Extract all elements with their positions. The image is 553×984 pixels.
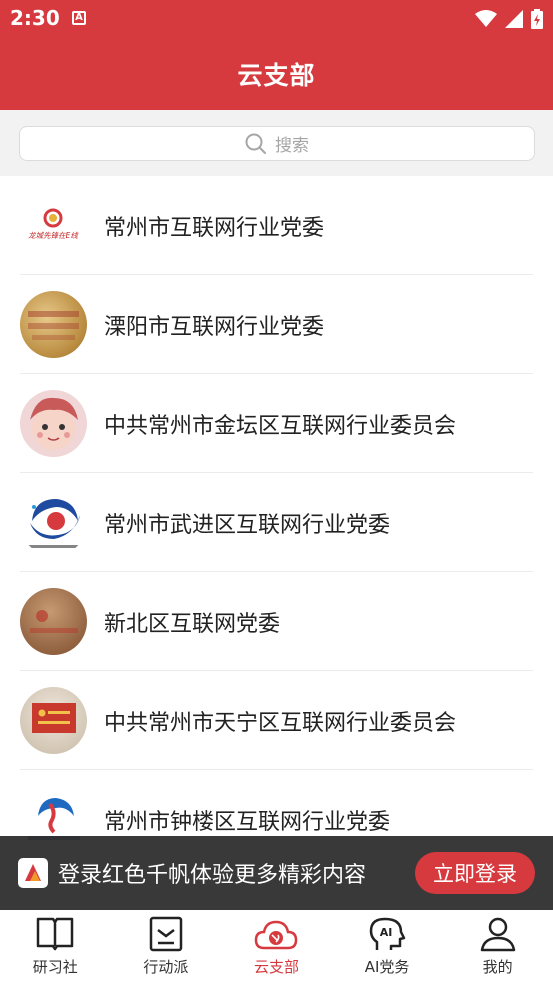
status-bar: 2:30 A bbox=[0, 0, 553, 38]
page-title: 云支部 bbox=[237, 61, 316, 90]
nav-item-study[interactable]: 研习社 bbox=[0, 910, 111, 984]
nav-item-cloud-branch[interactable]: 云支部 bbox=[221, 910, 332, 984]
book-icon bbox=[37, 917, 74, 951]
login-button[interactable]: 立即登录 bbox=[415, 852, 535, 894]
plaque-photo bbox=[32, 703, 76, 733]
logo-text: 龙城先锋在E线 bbox=[28, 231, 79, 240]
bottom-nav: 研习社 行动派 云支部 AI AI党务 我的 bbox=[0, 910, 553, 984]
nav-label: 云支部 bbox=[253, 958, 299, 976]
avatar bbox=[20, 489, 87, 556]
item-label: 溧阳市互联网行业党委 bbox=[104, 314, 325, 340]
list-item[interactable]: 溧阳市互联网行业党委 bbox=[0, 275, 553, 374]
search-placeholder: 搜索 bbox=[275, 136, 309, 156]
login-banner: 登录红色千帆体验更多精彩内容 立即登录 bbox=[0, 836, 553, 910]
battery-icon bbox=[531, 9, 543, 29]
nav-item-mine[interactable]: 我的 bbox=[442, 910, 553, 984]
cloud-party-icon bbox=[255, 920, 298, 950]
nav-item-ai-affairs[interactable]: AI AI党务 bbox=[332, 910, 443, 984]
notification-icon: A bbox=[72, 11, 86, 25]
user-icon bbox=[480, 917, 515, 952]
signal-icon bbox=[505, 10, 523, 28]
ai-head-icon: AI bbox=[369, 917, 406, 950]
nav-item-action[interactable]: 行动派 bbox=[111, 910, 222, 984]
top-bar: 2:30 A 云支部 bbox=[0, 0, 553, 110]
list-item[interactable]: 中共常州市天宁区互联网行业委员会 bbox=[0, 671, 553, 770]
item-label: 常州市钟楼区互联网行业党委 bbox=[104, 809, 391, 835]
system-icons bbox=[475, 9, 543, 29]
item-label: 中共常州市金坛区互联网行业委员会 bbox=[104, 413, 457, 439]
plaque-photo bbox=[28, 311, 79, 340]
app-screen: 2:30 A 云支部 搜索 龙城先锋在E线 常州市互联网行业党委 溧阳市互联网行… bbox=[0, 0, 553, 984]
nav-label: AI党务 bbox=[364, 958, 410, 976]
nav-label: 行动派 bbox=[143, 958, 189, 976]
avatar bbox=[20, 291, 87, 358]
search-input[interactable]: 搜索 bbox=[19, 126, 535, 161]
login-banner-text: 登录红色千帆体验更多精彩内容 bbox=[58, 863, 367, 888]
avatar bbox=[20, 588, 87, 655]
item-label: 新北区互联网党委 bbox=[104, 611, 281, 637]
search-icon bbox=[245, 133, 266, 154]
search-area: 搜索 bbox=[0, 110, 553, 176]
wujin-logo bbox=[26, 499, 81, 548]
item-label: 中共常州市天宁区互联网行业委员会 bbox=[104, 710, 457, 736]
app-logo-icon bbox=[18, 858, 48, 888]
svg-text:AI: AI bbox=[380, 926, 393, 939]
list-item[interactable]: 龙城先锋在E线 常州市互联网行业党委 bbox=[0, 176, 553, 275]
cartoon-face-avatar bbox=[30, 397, 78, 450]
flag-bookmark-icon bbox=[149, 916, 183, 952]
item-label: 常州市武进区互联网行业党委 bbox=[104, 512, 391, 538]
nav-label: 研习社 bbox=[32, 958, 78, 976]
status-time: 2:30 bbox=[10, 6, 60, 30]
list-item[interactable]: 常州市武进区互联网行业党委 bbox=[0, 473, 553, 572]
item-label: 常州市互联网行业党委 bbox=[104, 215, 325, 241]
avatar: 龙城先锋在E线 bbox=[20, 192, 87, 259]
avatar bbox=[20, 390, 87, 457]
plaque-photo bbox=[30, 610, 78, 633]
list-item[interactable]: 新北区互联网党委 bbox=[0, 572, 553, 671]
avatar bbox=[20, 687, 87, 754]
list-item[interactable]: 中共常州市金坛区互联网行业委员会 bbox=[0, 374, 553, 473]
branch-list: 龙城先锋在E线 常州市互联网行业党委 溧阳市互联网行业党委 中共常州市金坛区互联… bbox=[0, 176, 553, 869]
wifi-icon bbox=[475, 10, 497, 27]
branch-logo: 龙城先锋在E线 bbox=[28, 208, 79, 240]
nav-label: 我的 bbox=[482, 958, 513, 976]
